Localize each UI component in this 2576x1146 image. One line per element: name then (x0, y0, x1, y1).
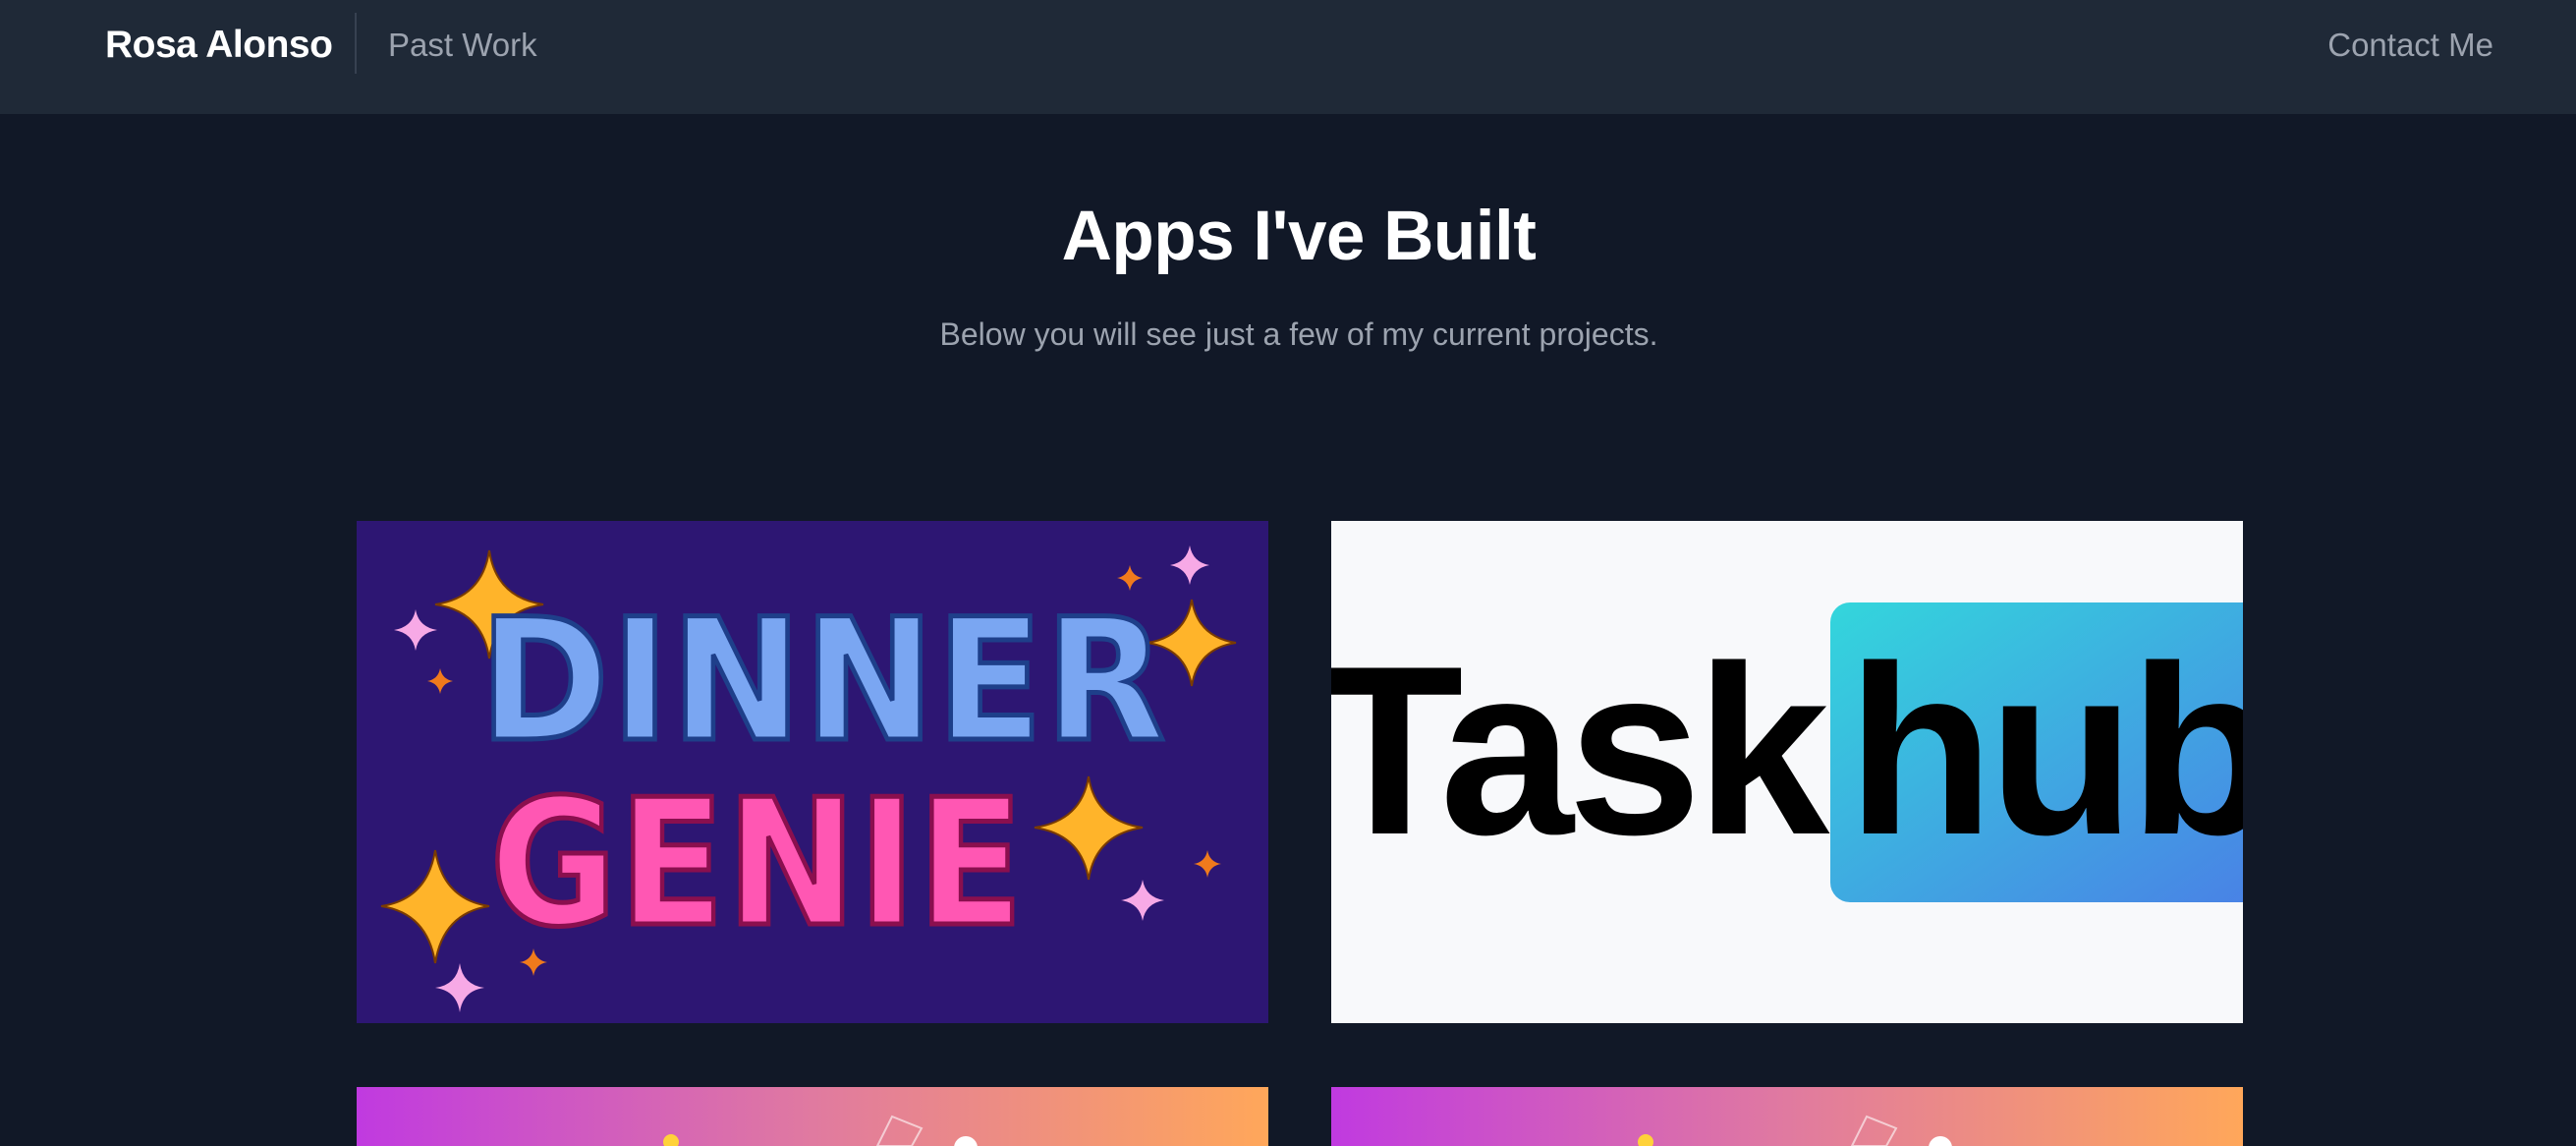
project-card-3[interactable] (357, 1087, 1268, 1146)
project-card-dinner-genie[interactable]: DINNER GENIE (357, 521, 1268, 1023)
logo-line1: DINNER (479, 582, 1167, 779)
top-navbar: Rosa Alonso Past Work Contact Me (0, 0, 2576, 114)
logo-badge: hub (1847, 615, 2243, 885)
taskhub-logo: Task hub (1331, 521, 2243, 1023)
nav-link-past-work[interactable]: Past Work (388, 18, 537, 73)
page-subtitle: Below you will see just a few of my curr… (939, 316, 1658, 352)
page-title: Apps I've Built (1061, 198, 1537, 275)
project-3-thumbnail (357, 1087, 1268, 1146)
project-card-4[interactable] (1331, 1087, 2243, 1146)
dinner-genie-logo: DINNER GENIE (357, 521, 1268, 1023)
project-card-taskhub[interactable]: Task hub (1331, 521, 2243, 1023)
logo-word: Task (1331, 615, 1830, 885)
nav-divider (355, 13, 357, 74)
logo-line2: GENIE (490, 762, 1026, 965)
brand-link[interactable]: Rosa Alonso (105, 18, 333, 73)
nav-link-contact[interactable]: Contact Me (2327, 18, 2493, 73)
project-4-thumbnail (1331, 1087, 2243, 1146)
